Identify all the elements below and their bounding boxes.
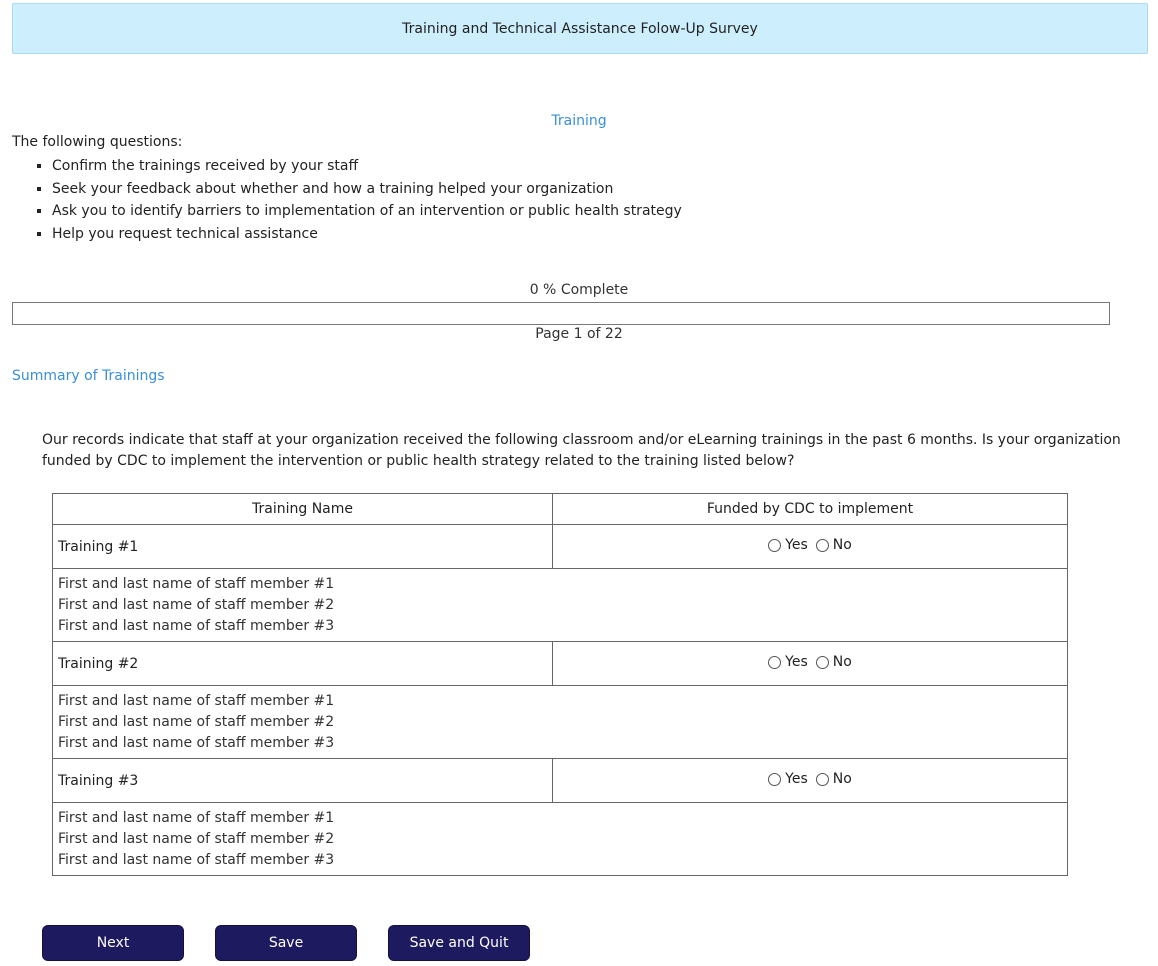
next-button[interactable]: Next <box>42 925 184 961</box>
question-text: Our records indicate that staff at your … <box>42 432 1121 469</box>
staff-name: First and last name of staff member #3 <box>58 617 335 634</box>
funded-radio-group: Yes No <box>552 641 1068 686</box>
funded-radio-group: Yes No <box>552 758 1068 803</box>
no-radio[interactable] <box>815 655 829 669</box>
table-header-row: Training Name Funded by CDC to implement <box>52 493 1068 525</box>
training-name: Training #3 <box>52 758 553 803</box>
intro-item: Help you request technical assistance <box>52 223 682 246</box>
yes-label: Yes <box>785 537 808 554</box>
staff-list: First and last name of staff member #1 F… <box>52 802 1068 876</box>
staff-name: First and last name of staff member #1 <box>58 575 335 592</box>
no-radio[interactable] <box>815 772 829 786</box>
training-row: Training #3 Yes No <box>52 758 1068 803</box>
section-title: Training <box>551 113 607 129</box>
staff-list: First and last name of staff member #1 F… <box>52 568 1068 642</box>
no-label: No <box>832 537 852 554</box>
intro-item: Ask you to identify barriers to implemen… <box>52 200 682 223</box>
staff-list: First and last name of staff member #1 F… <box>52 685 1068 759</box>
intro-list: Confirm the trainings received by your s… <box>30 155 682 246</box>
staff-row: First and last name of staff member #1 F… <box>52 685 1068 759</box>
funded-radio-group: Yes No <box>552 524 1068 569</box>
survey-title: Training and Technical Assistance Folow-… <box>402 20 758 37</box>
summary-of-trainings-link[interactable]: Summary of Trainings <box>12 368 165 384</box>
save-button[interactable]: Save <box>215 925 357 961</box>
progress-bar <box>12 302 1110 325</box>
progress-label: 0 % Complete <box>529 282 629 298</box>
staff-name: First and last name of staff member #2 <box>58 713 335 730</box>
intro-item: Confirm the trainings received by your s… <box>52 155 682 178</box>
no-label: No <box>832 771 852 788</box>
intro-lead: The following questions: <box>12 134 183 150</box>
no-label: No <box>832 654 852 671</box>
yes-label: Yes <box>785 771 808 788</box>
staff-name: First and last name of staff member #3 <box>58 851 335 868</box>
yes-radio[interactable] <box>768 655 782 669</box>
training-row: Training #2 Yes No <box>52 641 1068 686</box>
column-header-training-name: Training Name <box>52 493 553 525</box>
staff-name: First and last name of staff member #2 <box>58 596 335 613</box>
training-row: Training #1 Yes No <box>52 524 1068 569</box>
yes-label: Yes <box>785 654 808 671</box>
staff-row: First and last name of staff member #1 F… <box>52 568 1068 642</box>
yes-radio[interactable] <box>768 772 782 786</box>
staff-row: First and last name of staff member #1 F… <box>52 802 1068 876</box>
column-header-funded: Funded by CDC to implement <box>552 493 1068 525</box>
training-name: Training #1 <box>52 524 553 569</box>
staff-name: First and last name of staff member #1 <box>58 692 335 709</box>
survey-header: Training and Technical Assistance Folow-… <box>12 3 1148 54</box>
trainings-table: Training Name Funded by CDC to implement… <box>52 493 1068 876</box>
no-radio[interactable] <box>815 538 829 552</box>
training-name: Training #2 <box>52 641 553 686</box>
staff-name: First and last name of staff member #2 <box>58 830 335 847</box>
save-and-quit-button[interactable]: Save and Quit <box>388 925 530 961</box>
intro-item: Seek your feedback about whether and how… <box>52 178 682 201</box>
yes-radio[interactable] <box>768 538 782 552</box>
page-indicator: Page 1 of 22 <box>535 326 623 342</box>
staff-name: First and last name of staff member #3 <box>58 734 335 751</box>
staff-name: First and last name of staff member #1 <box>58 809 335 826</box>
